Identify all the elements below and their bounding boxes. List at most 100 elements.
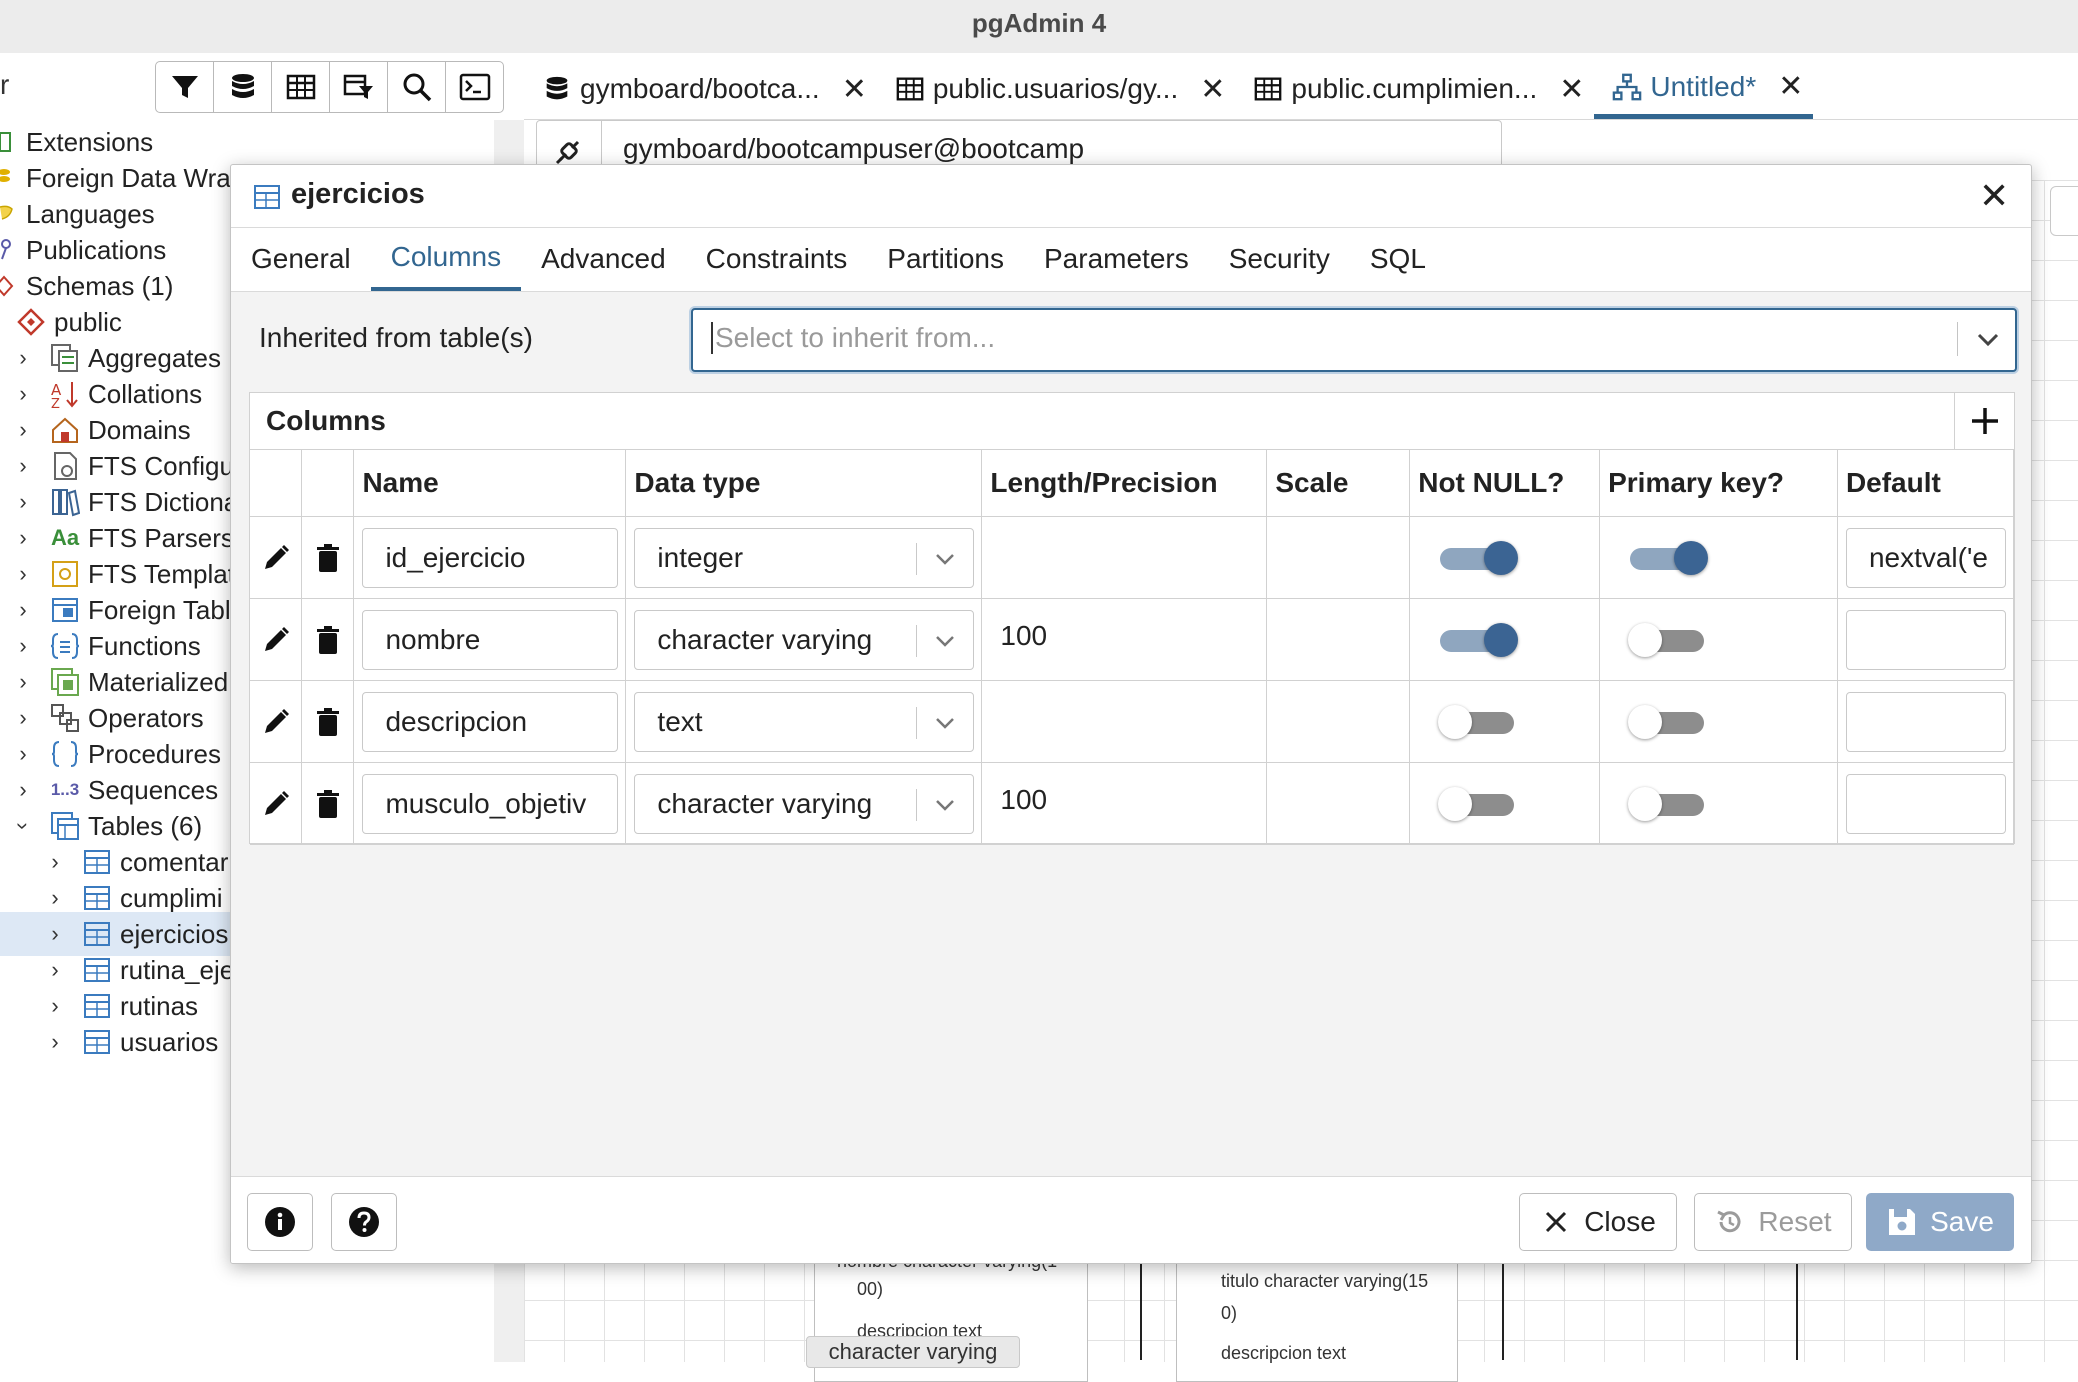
data-type-select[interactable]: integer (634, 527, 975, 588)
chevron-right-icon[interactable]: › (44, 993, 66, 1019)
erd-tooltip: character varying (806, 1336, 1020, 1368)
chevron-right-icon[interactable]: › (12, 453, 34, 479)
inherit-select[interactable]: Select to inherit from... (691, 308, 2017, 372)
primary-key-toggle[interactable] (1630, 540, 1709, 575)
scale-value[interactable] (1267, 538, 1285, 569)
length-value[interactable]: 100 (982, 784, 1047, 815)
chevron-right-icon[interactable]: › (12, 489, 34, 515)
save-button[interactable]: Save (1866, 1193, 2014, 1251)
length-value[interactable] (982, 702, 1000, 733)
chevron-right-icon[interactable]: › (12, 633, 34, 659)
chevron-right-icon[interactable]: › (44, 921, 66, 947)
chevron-right-icon[interactable]: › (12, 345, 34, 371)
close-icon[interactable]: ✕ (842, 72, 867, 107)
tab-label: gymboard/bootca... (580, 73, 820, 104)
tab-cumplimientos[interactable]: public.cumplimien... ✕ (1235, 59, 1594, 119)
length-value[interactable] (982, 538, 1000, 569)
not-null-toggle[interactable] (1438, 704, 1516, 739)
scale-value[interactable] (1267, 620, 1285, 651)
data-type-select[interactable]: character varying (634, 773, 975, 834)
close-icon[interactable]: ✕ (1559, 72, 1584, 107)
chevron-right-icon[interactable]: › (12, 705, 34, 731)
delete-icon[interactable] (302, 763, 353, 844)
column-name-input[interactable]: id_ejercicio (362, 527, 619, 588)
save-button-label: Save (1930, 1206, 1994, 1237)
chevron-right-icon[interactable]: › (44, 885, 66, 911)
chevron-down-icon[interactable] (931, 709, 959, 737)
filter-icon[interactable] (156, 62, 214, 112)
scale-value[interactable] (1267, 784, 1285, 815)
default-value-input[interactable]: nextval('e (1845, 527, 2006, 588)
data-type-select[interactable]: text (634, 691, 975, 752)
chevron-right-icon[interactable]: › (12, 561, 34, 587)
tab-parameters[interactable]: Parameters (1024, 227, 1209, 291)
table-icon[interactable] (272, 62, 330, 112)
close-button[interactable]: Close (1519, 1193, 1677, 1251)
chevron-down-icon[interactable] (1973, 324, 2003, 354)
chevron-down-icon[interactable] (931, 627, 959, 655)
delete-icon[interactable] (302, 517, 353, 598)
erd-help-button[interactable] (2050, 186, 2078, 236)
close-icon[interactable]: ✕ (1778, 69, 1803, 104)
primary-key-toggle[interactable] (1628, 786, 1706, 821)
data-type-select[interactable]: character varying (634, 609, 975, 670)
tab-partitions[interactable]: Partitions (867, 227, 1024, 291)
chevron-right-icon[interactable]: › (44, 1029, 66, 1055)
dialog-header[interactable]: ejercicios ✕ (231, 165, 2031, 228)
edit-icon[interactable] (250, 763, 301, 844)
tab-columns[interactable]: Columns (370, 227, 522, 291)
edit-icon[interactable] (250, 517, 301, 598)
length-value[interactable]: 100 (982, 620, 1047, 651)
columns-grid-header: Columns (250, 393, 2014, 450)
column-name-input[interactable]: musculo_objetiv (362, 773, 619, 834)
reset-button[interactable]: Reset (1694, 1193, 1852, 1251)
chevron-right-icon[interactable]: › (12, 417, 34, 443)
not-null-toggle[interactable] (1440, 622, 1519, 657)
help-button[interactable] (331, 1193, 397, 1251)
reset-button-label: Reset (1758, 1206, 1832, 1237)
chevron-right-icon[interactable]: › (12, 525, 34, 551)
database-icon[interactable] (214, 62, 272, 112)
not-null-toggle[interactable] (1438, 786, 1516, 821)
tab-constraints[interactable]: Constraints (686, 227, 868, 291)
chevron-right-icon[interactable]: › (44, 849, 66, 875)
column-name-input[interactable]: descripcion (362, 691, 619, 752)
tab-general[interactable]: General (231, 227, 371, 291)
delete-icon[interactable] (302, 681, 353, 762)
chevron-right-icon[interactable]: › (12, 597, 34, 623)
search-icon[interactable] (388, 62, 446, 112)
close-icon[interactable]: ✕ (1200, 72, 1225, 107)
close-icon[interactable]: ✕ (1979, 175, 2009, 217)
column-name-input[interactable]: nombre (362, 609, 619, 670)
primary-key-toggle[interactable] (1628, 704, 1706, 739)
terminal-icon[interactable] (446, 62, 503, 112)
primary-key-toggle[interactable] (1628, 622, 1706, 657)
tab-database-query[interactable]: gymboard/bootca... ✕ (524, 59, 877, 119)
delete-icon[interactable] (302, 599, 353, 680)
chevron-right-icon[interactable]: › (12, 669, 34, 695)
tab-sql[interactable]: SQL (1350, 227, 1446, 291)
edit-icon[interactable] (250, 681, 301, 762)
chevron-down-icon[interactable] (931, 545, 959, 573)
tree-item-label: usuarios (120, 1026, 219, 1057)
chevron-right-icon[interactable]: › (12, 741, 34, 767)
chevron-right-icon[interactable]: › (12, 777, 34, 803)
tree-item-table-usuarios[interactable]: › usuarios (44, 1020, 218, 1064)
chevron-down-icon[interactable] (931, 791, 959, 819)
table-filter-icon[interactable] (330, 62, 388, 112)
tab-usuarios[interactable]: public.usuarios/gy... ✕ (877, 59, 1236, 119)
tab-advanced[interactable]: Advanced (521, 227, 686, 291)
tab-erd-untitled[interactable]: Untitled* ✕ (1594, 59, 1814, 119)
chevron-right-icon[interactable]: › (12, 381, 34, 407)
scale-value[interactable] (1267, 702, 1285, 733)
default-value-input[interactable] (1845, 691, 2006, 752)
edit-icon[interactable] (250, 599, 301, 680)
add-column-button[interactable] (1954, 393, 2015, 449)
default-value-input[interactable] (1845, 773, 2006, 834)
chevron-down-icon[interactable]: › (10, 815, 36, 837)
tab-security[interactable]: Security (1209, 227, 1350, 291)
chevron-right-icon[interactable]: › (44, 957, 66, 983)
info-button[interactable] (247, 1193, 313, 1251)
default-value-input[interactable] (1845, 609, 2006, 670)
not-null-toggle[interactable] (1440, 540, 1519, 575)
